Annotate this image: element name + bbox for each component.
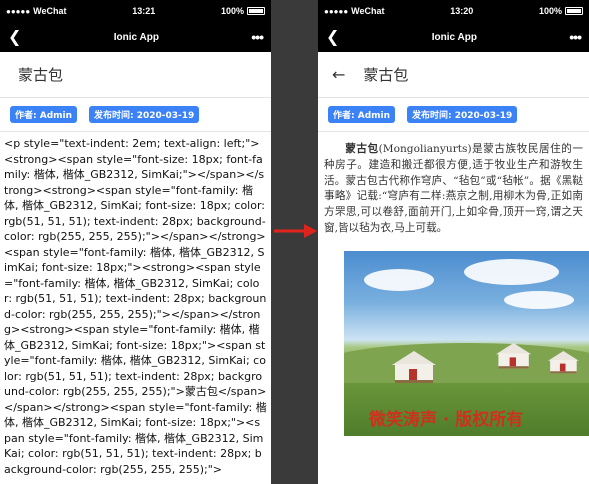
watermark-text: 微笑涛声 · 版权所有: [369, 409, 524, 430]
date-badge: 发布时间: 2020-03-19: [89, 106, 200, 123]
signal-indicator: ●●●●● WeChat: [324, 6, 385, 16]
cloud-shape: [364, 268, 434, 291]
page-header: ← 蒙古包: [318, 52, 589, 98]
battery-icon: [246, 7, 265, 15]
signal-indicator: ●●●●● WeChat: [6, 6, 67, 16]
author-badge: 作者: Admin: [328, 106, 396, 123]
more-menu-icon[interactable]: •••: [251, 29, 264, 45]
nav-title: Ionic App: [431, 31, 477, 43]
nav-bar: ❮ Ionic App •••: [318, 22, 589, 52]
carrier-label: WeChat: [351, 6, 385, 16]
carrier-label: WeChat: [33, 6, 67, 16]
nav-title: Ionic App: [113, 31, 159, 43]
article-bold-term: 蒙古包: [345, 143, 379, 155]
author-badge: 作者: Admin: [10, 106, 78, 123]
signal-dots-icon: ●●●●●: [324, 6, 349, 16]
article-meta: 作者: Admin 发布时间: 2020-03-19: [318, 98, 589, 132]
nav-bar: ❮ Ionic App •••: [0, 22, 271, 52]
page-title: 蒙古包: [363, 66, 409, 84]
battery-indicator: 100%: [539, 6, 583, 16]
battery-percent: 100%: [220, 6, 244, 16]
more-menu-icon[interactable]: •••: [569, 29, 582, 45]
red-arrow-icon: [274, 224, 317, 238]
article-text: (Mongolianyurts)是蒙古族牧民居住的一种房子。建造和搬迁都很方便,…: [324, 143, 584, 234]
right-phone-screen: ●●●●● WeChat 13:20 100% ❮ Ionic App ••• …: [318, 0, 589, 484]
date-badge: 发布时间: 2020-03-19: [407, 106, 518, 123]
page-header: 蒙古包: [0, 52, 271, 98]
back-chevron-icon[interactable]: ❮: [8, 29, 21, 45]
cloud-shape: [504, 290, 574, 309]
battery-icon: [564, 7, 583, 15]
status-bar: ●●●●● WeChat 13:21 100%: [0, 0, 271, 22]
battery-percent: 100%: [538, 6, 562, 16]
page-title: 蒙古包: [18, 66, 64, 84]
cloud-shape: [464, 258, 559, 285]
status-bar: ●●●●● WeChat 13:20 100%: [318, 0, 589, 22]
article-meta: 作者: Admin 发布时间: 2020-03-19: [0, 98, 271, 132]
back-arrow-icon[interactable]: ←: [318, 65, 363, 84]
raw-html-content: <p style="text-indent: 2em; text-align: …: [4, 137, 267, 476]
signal-dots-icon: ●●●●●: [6, 6, 31, 16]
status-time: 13:20: [450, 6, 474, 16]
left-phone-screen: ●●●●● WeChat 13:21 100% ❮ Ionic App ••• …: [0, 0, 271, 484]
back-chevron-icon[interactable]: ❮: [326, 29, 339, 45]
battery-indicator: 100%: [221, 6, 265, 16]
status-time: 13:21: [132, 6, 156, 16]
yurt-photo: 微笑涛声 · 版权所有: [344, 250, 589, 436]
article-body: 蒙古包(Mongolianyurts)是蒙古族牧民居住的一种房子。建造和搬迁都很…: [318, 132, 589, 237]
